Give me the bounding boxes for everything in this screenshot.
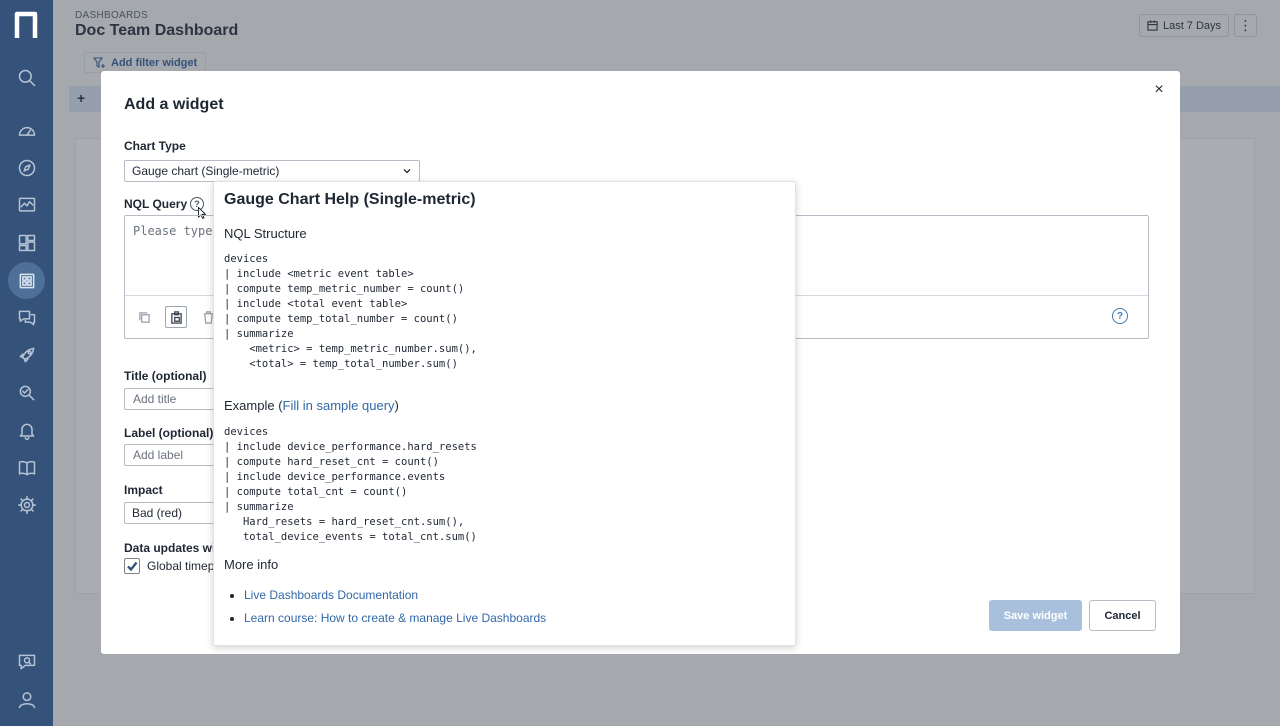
clipboard-icon bbox=[170, 310, 182, 324]
chart-type-select[interactable]: Gauge chart (Single-metric) bbox=[124, 160, 420, 182]
add-filter-label: Add filter widget bbox=[111, 56, 198, 69]
nql-structure-code: devices | include <metric event table> |… bbox=[224, 253, 477, 370]
monitor-chart-icon[interactable] bbox=[10, 188, 43, 221]
dashboard-grid-icon[interactable] bbox=[10, 226, 43, 259]
list-item: Learn course: How to create & manage Liv… bbox=[244, 611, 546, 634]
user-icon[interactable] bbox=[10, 683, 43, 716]
filter-plus-icon bbox=[93, 56, 105, 68]
nql-query-label: NQL Query bbox=[124, 197, 188, 211]
save-widget-button[interactable]: Save widget bbox=[989, 600, 1082, 631]
copy-icon bbox=[138, 311, 150, 323]
modal-title: Add a widget bbox=[124, 96, 224, 113]
list-item: Live Dashboards Documentation bbox=[244, 588, 546, 611]
global-timeperiod-checkbox[interactable] bbox=[124, 558, 140, 574]
impact-label: Impact bbox=[124, 483, 163, 497]
rocket-icon[interactable] bbox=[10, 338, 43, 371]
live-dashboards-docs-link[interactable]: Live Dashboards Documentation bbox=[244, 588, 418, 602]
checkmark-icon bbox=[127, 561, 138, 572]
search-icon[interactable] bbox=[10, 61, 43, 94]
add-filter-widget-button[interactable]: Add filter widget bbox=[84, 52, 206, 73]
more-info-heading: More info bbox=[224, 557, 279, 572]
live-dashboards-icon[interactable] bbox=[8, 262, 45, 299]
data-updates-label: Data updates with bbox=[124, 541, 214, 555]
global-timeperiod-label: Global timeperiod bbox=[147, 559, 213, 573]
help-title: Gauge Chart Help (Single-metric) bbox=[224, 191, 476, 208]
query-help-icon[interactable]: ? bbox=[1112, 308, 1128, 324]
workflow-search-icon[interactable] bbox=[10, 376, 43, 409]
compass-icon[interactable] bbox=[10, 151, 43, 184]
add-tab-button[interactable]: + bbox=[77, 90, 85, 106]
copy-query-button[interactable] bbox=[133, 306, 155, 328]
calendar-icon bbox=[1147, 20, 1158, 31]
nql-structure-heading: NQL Structure bbox=[224, 226, 307, 241]
more-info-list: Live Dashboards Documentation Learn cour… bbox=[244, 588, 546, 634]
impact-value: Bad (red) bbox=[132, 506, 183, 520]
more-options-button[interactable]: ⋮ bbox=[1234, 14, 1257, 37]
close-icon[interactable]: × bbox=[1151, 82, 1167, 98]
chevron-down-icon bbox=[403, 169, 411, 174]
bell-icon[interactable] bbox=[10, 414, 43, 447]
title-label: Title (optional) bbox=[124, 369, 207, 383]
chart-type-label: Chart Type bbox=[124, 139, 186, 153]
book-icon[interactable] bbox=[10, 451, 43, 484]
date-range-label: Last 7 Days bbox=[1162, 19, 1222, 32]
breadcrumb[interactable]: DASHBOARDS bbox=[75, 10, 148, 21]
feedback-icon[interactable] bbox=[10, 645, 43, 678]
cancel-button[interactable]: Cancel bbox=[1089, 600, 1156, 631]
page-title: Doc Team Dashboard bbox=[75, 22, 239, 39]
logo-icon[interactable] bbox=[14, 10, 40, 40]
kebab-icon: ⋮ bbox=[1238, 17, 1253, 33]
sidebar bbox=[0, 0, 53, 726]
learn-course-link[interactable]: Learn course: How to create & manage Liv… bbox=[244, 611, 546, 625]
paste-query-button[interactable] bbox=[165, 306, 187, 328]
speedometer-icon[interactable] bbox=[10, 114, 43, 147]
gear-icon[interactable] bbox=[10, 488, 43, 521]
example-prefix: Example ( bbox=[224, 398, 283, 413]
gauge-chart-help-popover: Gauge Chart Help (Single-metric) NQL Str… bbox=[213, 181, 796, 646]
label-label: Label (optional) bbox=[124, 426, 214, 440]
example-suffix: ) bbox=[394, 398, 399, 413]
example-code: devices | include device_performance.har… bbox=[224, 426, 477, 543]
example-heading: Example (Fill in sample query) bbox=[224, 398, 399, 413]
date-range-button[interactable]: Last 7 Days bbox=[1139, 14, 1229, 37]
fill-sample-query-link[interactable]: Fill in sample query bbox=[283, 398, 395, 413]
chat-bubbles-icon[interactable] bbox=[10, 301, 43, 334]
chart-type-value: Gauge chart (Single-metric) bbox=[132, 164, 280, 178]
